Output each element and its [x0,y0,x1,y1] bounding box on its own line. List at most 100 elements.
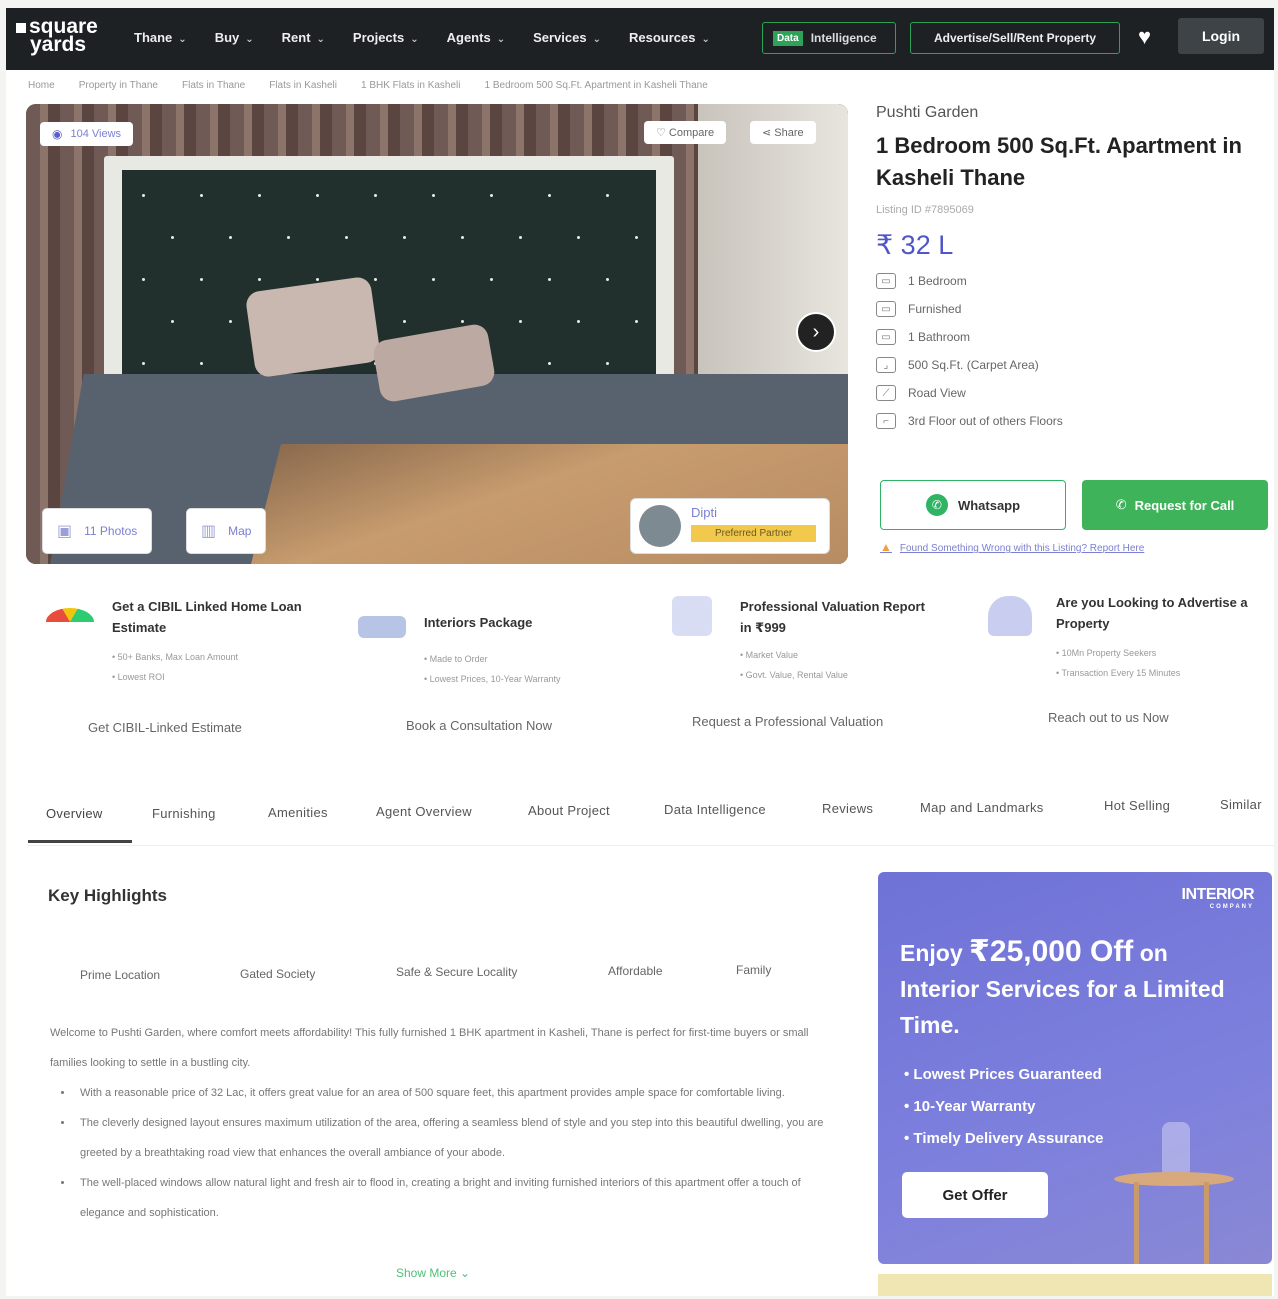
headboard-tuft [142,194,145,197]
headboard-tuft [519,320,522,323]
nav-buy[interactable]: Buy ⌄ [215,30,254,45]
login-button[interactable]: Login [1178,18,1264,54]
tab-furnishing[interactable]: Furnishing [152,806,216,821]
breadcrumb-item[interactable]: Home [28,80,55,91]
phone-icon: ✆ [1115,497,1127,512]
house-icon [988,596,1032,636]
tab-reviews[interactable]: Reviews [822,801,873,816]
page: square yards Thane ⌄ Buy ⌄ Rent ⌄ Projects ⌄… [6,8,1274,1296]
reach-out-link[interactable]: Reach out to us Now [1048,710,1169,725]
service-title: Interiors Package [424,615,533,630]
property-summary: Pushti Garden 1 Bedroom 500 Sq.Ft. Apart… [876,104,1268,574]
headboard-tuft [316,194,319,197]
headboard-tuft [258,194,261,197]
breadcrumb-item[interactable]: Property in Thane [79,80,158,91]
tab-data-intelligence[interactable]: Data Intelligence [664,802,766,817]
whatsapp-icon: ✆ [925,494,948,516]
next-photo-button[interactable]: › [796,312,836,352]
stairs-icon: ⌐ [876,413,896,429]
description-bullet: The cleverly designed layout ensures max… [74,1108,830,1168]
feature-view: ⟋ Road View [876,385,1266,401]
headboard-tuft [229,236,232,239]
service-bullet: • 10Mn Property Seekers [1056,648,1157,658]
headboard-tuft [403,236,406,239]
tab-about-project[interactable]: About Project [528,803,610,818]
interior-offer-banner[interactable]: INTERIOR COMPANY Enjoy ₹25,000 Off on Int… [878,872,1272,1264]
project-name[interactable]: Pushti Garden [876,104,1266,122]
description-intro: Welcome to Pushti Garden, where comfort … [50,1027,809,1069]
nav-thane[interactable]: Thane ⌄ [134,30,187,45]
description-bullet: The well-placed windows allow natural li… [74,1168,830,1228]
logo-square-icon [16,23,26,33]
tab-overview[interactable]: Overview [46,806,103,821]
chevron-down-icon: ⌄ [496,34,506,45]
headboard-tuft [432,278,435,281]
headboard-tuft [258,278,261,281]
tab-amenities[interactable]: Amenities [268,805,328,820]
headboard-tuft [345,236,348,239]
headboard-tuft [374,194,377,197]
report-chart-icon [672,596,712,636]
feature-area: ⌟ 500 Sq.Ft. (Carpet Area) [876,357,1266,373]
nav-resources[interactable]: Resources ⌄ [629,30,710,45]
agent-card[interactable]: Dipti Preferred Partner [630,498,830,554]
compare-button[interactable]: ♡ Compare [644,121,727,144]
table-leg [1204,1182,1209,1264]
tab-agent-overview[interactable]: Agent Overview [376,804,472,819]
heart-icon[interactable]: ♥ [1138,24,1151,50]
breadcrumb: Home Property in Thane Flats in Thane Fl… [28,80,732,91]
headboard-tuft [461,236,464,239]
headboard-tuft [548,194,551,197]
report-listing-link[interactable]: ▲ Found Something Wrong with this Listing… [880,540,1144,554]
share-button[interactable]: ⋖ Share [750,121,816,144]
book-consultation-link[interactable]: Book a Consultation Now [406,718,552,733]
show-more-button[interactable]: Show More ⌄ [396,1266,470,1280]
service-title: Are you Looking to Advertise a Property [1056,595,1248,631]
pillow [244,275,382,379]
map-button[interactable]: ▥ Map [186,508,267,554]
headboard-tuft [606,278,609,281]
headboard-tuft [461,320,464,323]
cibil-estimate-link[interactable]: Get CIBIL-Linked Estimate [88,720,242,735]
breadcrumb-item[interactable]: 1 BHK Flats in Kasheli [361,80,461,91]
photos-button[interactable]: ▣ 11 Photos [42,508,153,554]
active-tab-indicator [28,840,132,843]
data-intelligence-label: Intelligence [810,31,877,45]
photo-gallery[interactable]: ◉ 104 Views ♡ Compare ⋖ Share › ▣ 11 Phot… [26,104,848,564]
whatsapp-button[interactable]: ✆ Whatsapp [880,480,1066,530]
headboard-tuft [519,236,522,239]
banner-strip [878,1274,1272,1296]
get-offer-button[interactable]: Get Offer [902,1172,1048,1218]
nav-projects[interactable]: Projects ⌄ [353,30,419,45]
views-count: 104 Views [70,128,122,140]
tab-similar[interactable]: Similar [1220,797,1262,812]
nav-rent[interactable]: Rent ⌄ [282,30,325,45]
headboard-tuft [229,320,232,323]
logo[interactable]: square yards [16,16,98,55]
request-call-button[interactable]: ✆ Request for Call [1082,480,1268,530]
nav-services[interactable]: Services ⌄ [533,30,601,45]
tab-map-landmarks[interactable]: Map and Landmarks [920,800,1044,815]
service-bullet: • 50+ Banks, Max Loan Amount [112,652,238,662]
breadcrumb-item[interactable]: Flats in Kasheli [269,80,337,91]
advertise-property-button[interactable]: Advertise/Sell/Rent Property [910,22,1120,54]
nav-agents[interactable]: Agents ⌄ [447,30,505,45]
offer-headline: Enjoy ₹25,000 Off on Interior Services f… [900,935,1225,1038]
headboard-tuft [577,236,580,239]
chevron-right-icon: › [812,320,820,343]
request-valuation-link[interactable]: Request a Professional Valuation [692,714,883,729]
service-advertise: Are you Looking to Advertise a Property … [988,595,1268,696]
service-bullet: • Lowest Prices, 10-Year Warranty [424,674,561,684]
feature-furnishing: ▭ Furnished [876,301,1266,317]
chevron-down-icon: ⌄ [245,34,254,45]
price: ₹ 32 L [876,230,954,260]
sofa-icon [358,616,406,638]
table-leg [1134,1182,1139,1264]
offer-bullet: • Timely Delivery Assurance [904,1130,1104,1147]
data-intelligence-button[interactable]: Data Intelligence [762,22,896,54]
section-tabs: Overview Furnishing Amenities Agent Over… [28,796,1274,846]
breadcrumb-item[interactable]: Flats in Thane [182,80,245,91]
share-icon: ⋖ [762,127,775,139]
service-bullet: • Market Value [740,650,799,660]
tab-hot-selling[interactable]: Hot Selling [1104,798,1170,813]
